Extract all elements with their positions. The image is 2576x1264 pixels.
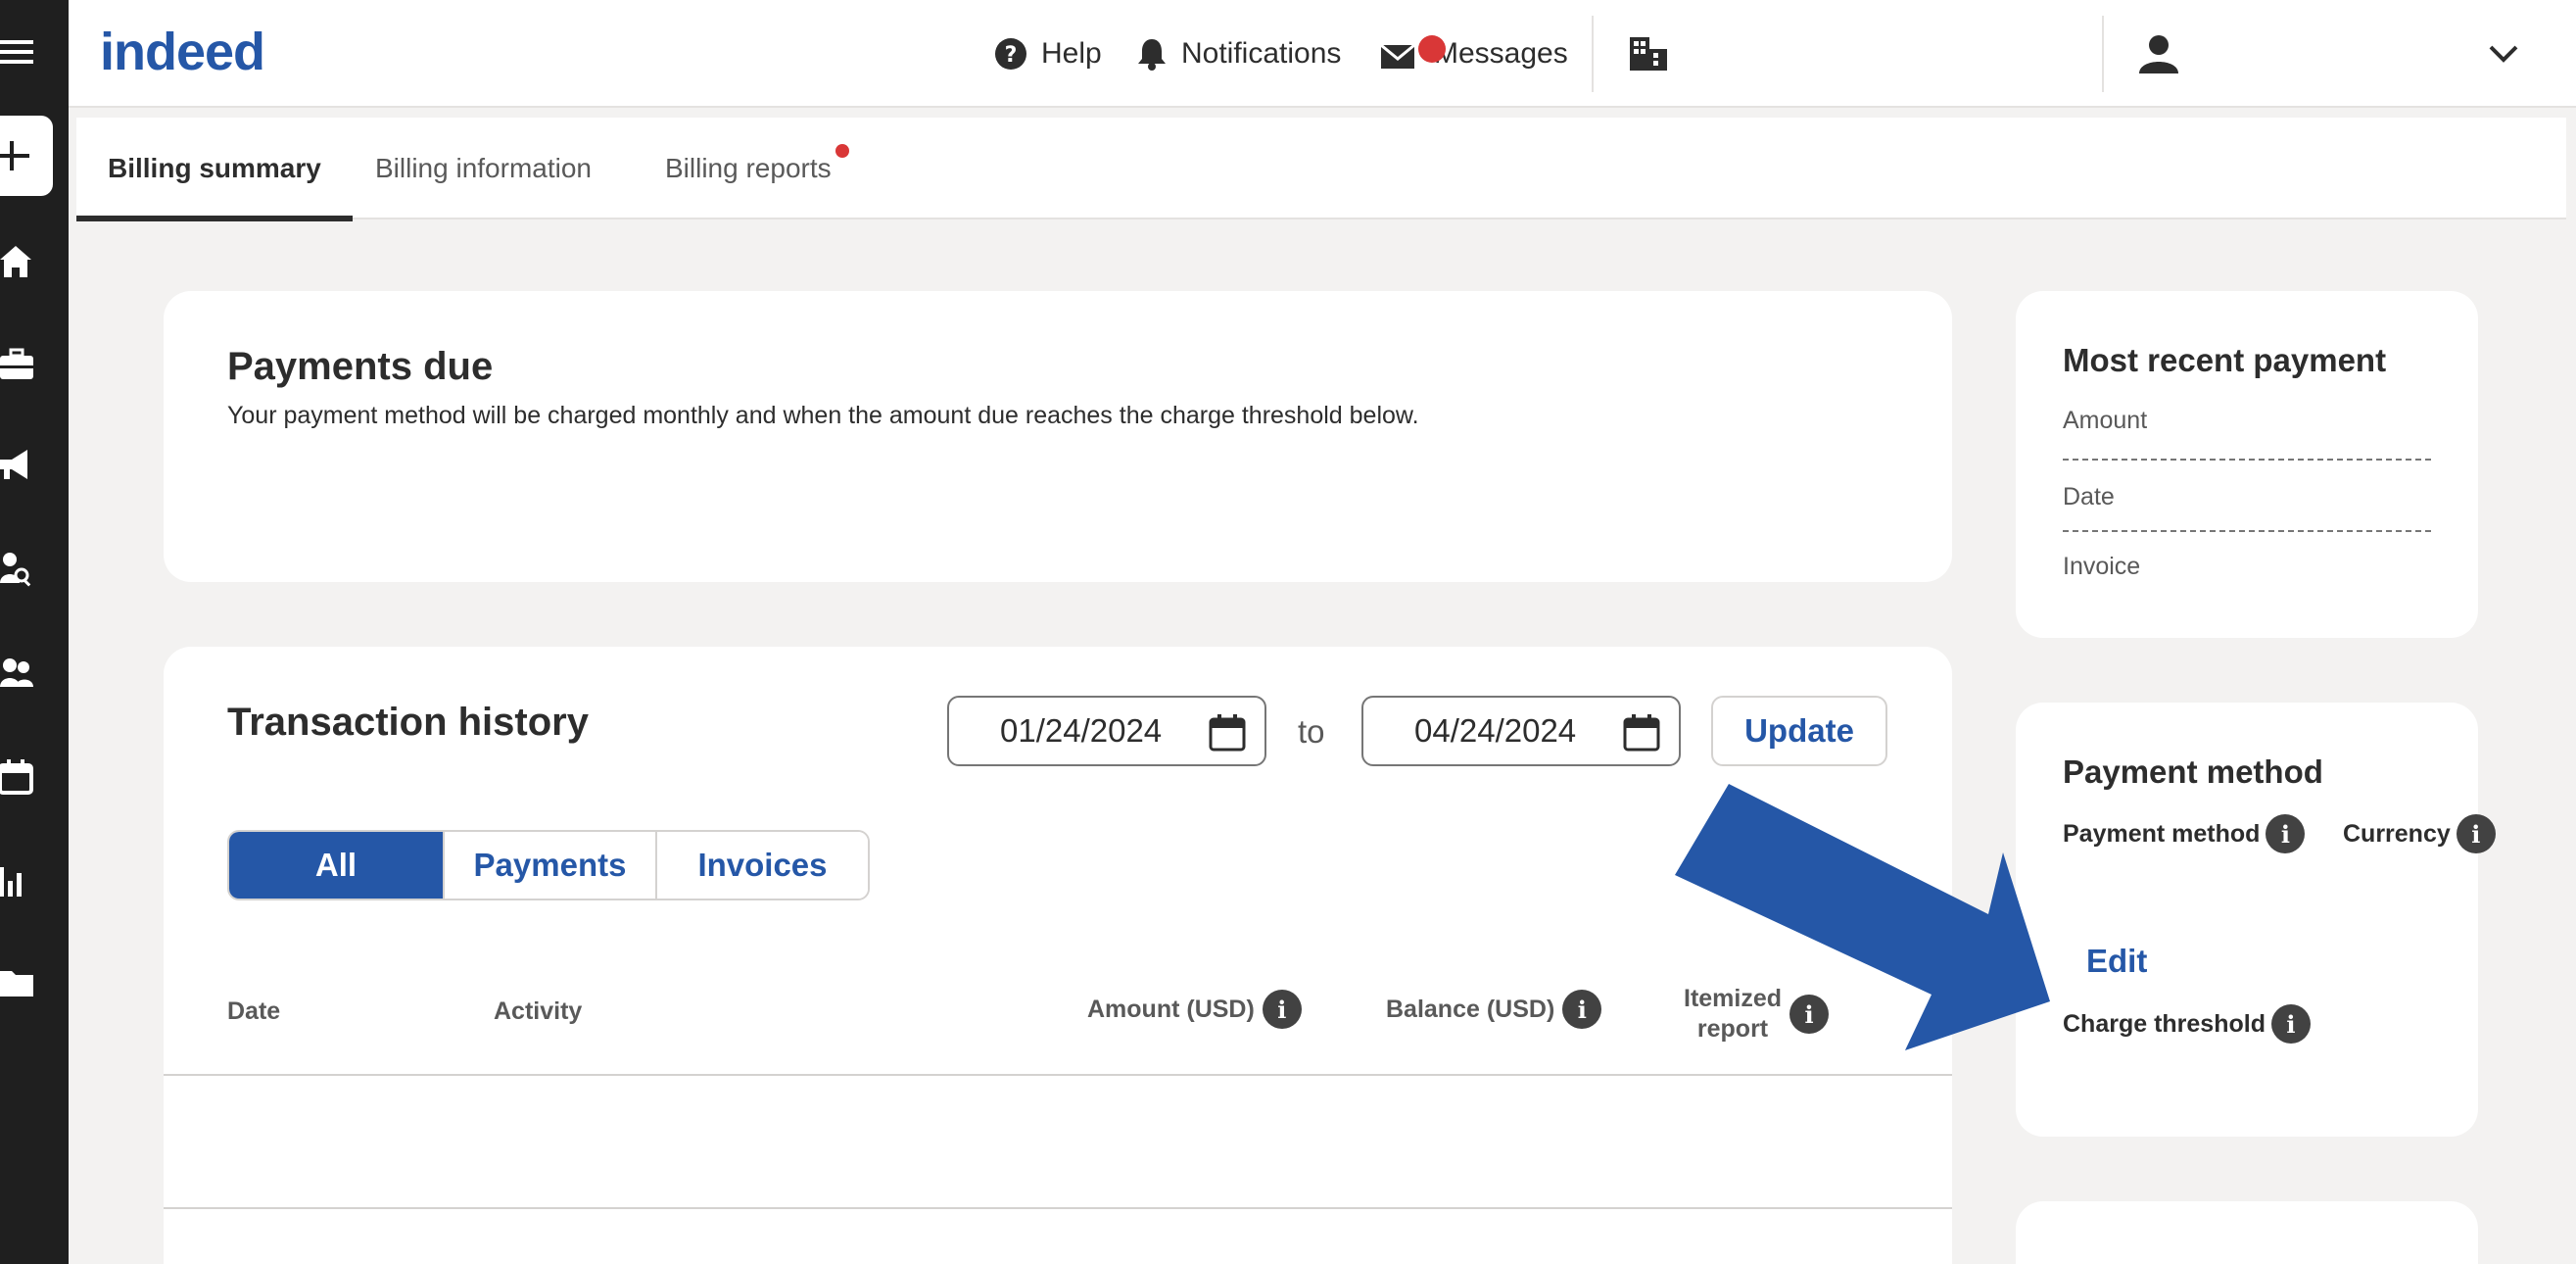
table-row-divider [164,1207,1952,1209]
info-icon[interactable]: i [2270,1004,2311,1044]
info-icon[interactable]: i [2456,814,2496,853]
messages-icon-wrap [1381,35,1446,71]
tab-label: Billing summary [108,153,321,183]
billing-tabs: Billing summary Billing information Bill… [76,118,2566,221]
date-label: Date [2063,483,2115,510]
transaction-history-title: Transaction history [227,701,589,744]
info-icon[interactable]: i [1562,990,1602,1029]
dashed-divider [2063,530,2431,532]
help-link[interactable]: ? Help [994,27,1102,80]
notifications-link[interactable]: Notifications [1136,27,1341,80]
calendar-icon[interactable] [1208,713,1247,753]
column-label: Date [227,997,281,1025]
messages-unread-badge [1418,35,1446,63]
menu-icon[interactable] [0,18,69,86]
column-label: Amount (USD) [1087,995,1255,1023]
column-header-date[interactable]: Date [227,997,280,1026]
payments-due-card: Payments due Your payment method will be… [164,291,1952,582]
label-text: Currency [2343,819,2451,848]
create-button[interactable] [0,116,53,196]
messages-link[interactable]: Messages [1381,27,1568,80]
home-icon[interactable] [0,227,69,296]
start-date-input[interactable]: 01/24/2024 [947,696,1266,766]
calendar-icon[interactable] [1622,713,1661,753]
svg-text:?: ? [1005,43,1018,68]
user-avatar-icon [2139,35,2178,73]
envelope-icon [1381,43,1415,69]
help-label: Help [1041,37,1102,70]
column-label: Balance (USD) [1386,995,1555,1023]
transaction-filter-segmented-control: All Payments Invoices [227,830,870,900]
start-date-value: 01/24/2024 [1000,712,1163,749]
messages-label: Messages [1434,37,1568,70]
filter-payments-button[interactable]: Payments [443,832,655,899]
most-recent-payment-title: Most recent payment [2063,342,2387,378]
chevron-down-icon [2489,45,2518,63]
end-date-input[interactable]: 04/24/2024 [1361,696,1681,766]
account-avatar-button[interactable] [2139,27,2178,80]
header-divider [1592,16,1594,92]
annotation-arrow-icon [1675,784,2050,1050]
payments-due-description: Your payment method will be charged mont… [227,402,1419,429]
label-text: Payment method [2063,819,2261,848]
column-label: Activity [494,997,583,1025]
left-rail [0,0,69,1264]
column-header-activity[interactable]: Activity [494,997,582,1026]
update-button[interactable]: Update [1711,696,1887,766]
account-menu-toggle[interactable] [2488,27,2519,80]
tab-billing-information[interactable]: Billing information [375,118,592,219]
filter-invoices-button[interactable]: Invoices [655,832,868,899]
candidate-search-icon[interactable] [0,535,69,604]
help-icon: ? [995,38,1026,70]
payment-method-label: Payment method i [2063,814,2306,853]
table-header-divider [164,1074,1952,1076]
analytics-bar-icon[interactable] [0,847,69,915]
most-recent-payment-card: Most recent payment Amount Date Invoice [2016,291,2478,638]
date-range-to-label: to [1298,713,1325,750]
tab-label: Billing information [375,153,592,183]
payment-method-title: Payment method [2063,754,2323,790]
folder-icon[interactable] [0,948,69,1017]
calendar-icon[interactable] [0,743,69,811]
end-date-value: 04/24/2024 [1414,712,1577,749]
dashed-divider [2063,459,2431,461]
invoice-label: Invoice [2063,553,2141,580]
create-plus-icon [0,141,29,170]
indeed-logo[interactable]: indeed [100,18,265,86]
info-icon[interactable]: i [2266,814,2306,853]
column-header-balance[interactable]: Balance (USD) i [1386,990,1602,1029]
payment-method-card: Payment method Payment method i Currency… [2016,703,2496,1137]
tab-billing-summary[interactable]: Billing summary [76,118,353,221]
filter-all-button[interactable]: All [229,832,443,899]
campaigns-megaphone-icon[interactable] [0,431,69,500]
candidates-people-icon[interactable] [0,639,69,707]
billing-reports-alert-dot [835,144,849,158]
jobs-briefcase-icon[interactable] [0,329,69,398]
currency-label: Currency i [2343,814,2496,853]
column-header-amount[interactable]: Amount (USD) i [1087,990,1302,1029]
notifications-label: Notifications [1181,37,1342,70]
helpful-links-card [2016,1201,2478,1264]
tab-billing-reports[interactable]: Billing reports [665,118,849,219]
bell-icon [1138,39,1166,71]
payments-due-title: Payments due [227,345,494,388]
header-divider [2102,16,2104,92]
employer-company-button[interactable] [1630,27,1667,80]
edit-payment-method-link[interactable]: Edit [2086,943,2147,980]
charge-threshold-label: Charge threshold i [2063,1004,2311,1044]
top-navigation-bar: indeed ? Help Notifications Messages [69,0,2576,108]
amount-label: Amount [2063,407,2148,434]
info-icon[interactable]: i [1262,990,1302,1029]
label-text: Charge threshold [2063,1009,2266,1038]
building-icon [1630,37,1667,71]
tab-label: Billing reports [665,153,832,183]
